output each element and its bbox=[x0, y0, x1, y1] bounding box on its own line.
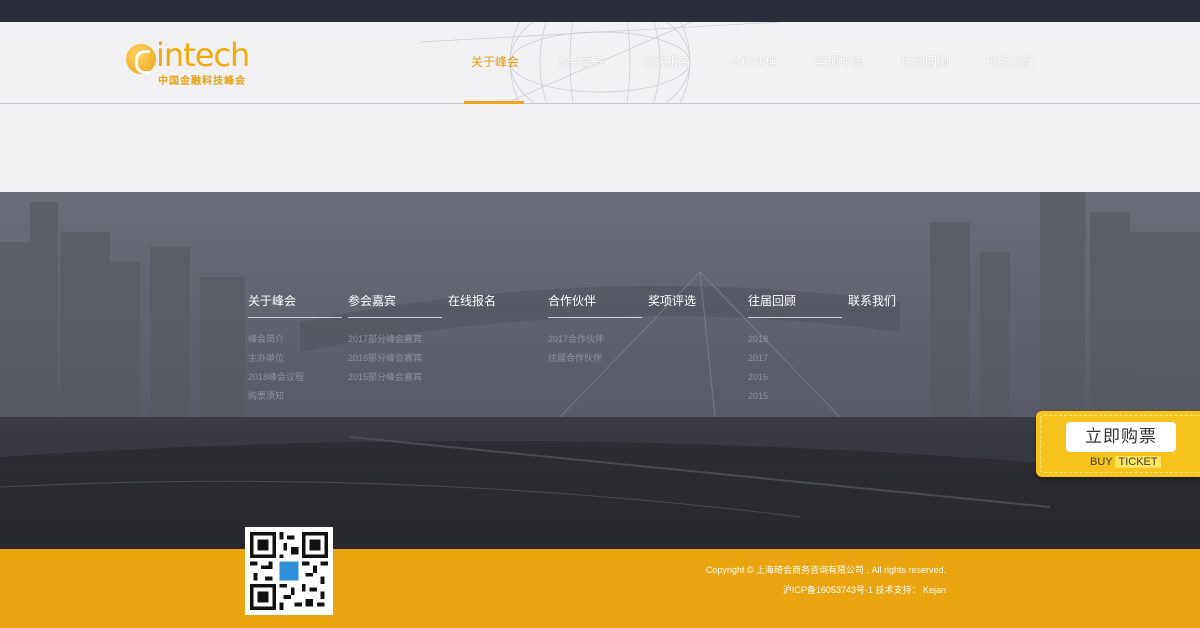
footer-night-band bbox=[0, 417, 1200, 549]
footer-column-title[interactable]: 合作伙伴 bbox=[548, 292, 642, 318]
icp-text: 沪ICP备16053743号-1 技术支持： Kejan bbox=[782, 585, 946, 595]
footer-link[interactable]: 2016 bbox=[748, 368, 848, 387]
footer-link[interactable]: 往届合作伙伴 bbox=[548, 349, 648, 368]
nav-item-history[interactable]: 往届回顾 bbox=[882, 22, 968, 104]
logo-text: intech bbox=[156, 36, 250, 74]
footer-column-title[interactable]: 关于峰会 bbox=[248, 292, 342, 318]
footer-column-guests: 参会嘉宾 2017部分峰会嘉宾 2016部分峰会嘉宾 2015部分峰会嘉宾 bbox=[348, 292, 448, 406]
footer-column-title[interactable]: 往届回顾 bbox=[748, 292, 842, 318]
qr-code-icon bbox=[250, 532, 328, 610]
footer-link[interactable]: 2017合作伙伴 bbox=[548, 330, 648, 349]
ticket-label: TICKET bbox=[1115, 456, 1161, 468]
footer-bottom-bar bbox=[0, 549, 1200, 628]
content-area bbox=[0, 104, 1200, 192]
copyright-text: Copyright © 上海琦会商务咨询有限公司 . All rights re… bbox=[705, 565, 946, 575]
footer-column-contact: 联系我们 bbox=[848, 292, 948, 406]
nav-item-awards[interactable]: 奖项评选 bbox=[796, 22, 882, 104]
footer-link[interactable]: 2016部分峰会嘉宾 bbox=[348, 349, 448, 368]
footer-link[interactable]: 2018峰会议程 bbox=[248, 368, 348, 387]
top-bar bbox=[0, 0, 1200, 22]
footer-link[interactable]: 2015 bbox=[748, 387, 848, 406]
footer-column-partners: 合作伙伴 2017合作伙伴 往届合作伙伴 bbox=[548, 292, 648, 406]
nav-item-register[interactable]: 在线报名 bbox=[624, 22, 710, 104]
site-logo[interactable]: intech 中国金融科技峰会 bbox=[126, 36, 266, 87]
copyright-block: Copyright © 上海琦会商务咨询有限公司 . All rights re… bbox=[706, 560, 946, 600]
logo-mark-icon bbox=[126, 44, 156, 74]
footer-column-about: 关于峰会 峰会简介 主办单位 2018峰会议程 购票须知 bbox=[248, 292, 348, 406]
footer-link[interactable]: 2017部分峰会嘉宾 bbox=[348, 330, 448, 349]
nav-item-guests[interactable]: 参会嘉宾 bbox=[538, 22, 624, 104]
footer-column-history: 往届回顾 2018 2017 2016 2015 bbox=[748, 292, 848, 406]
buy-ticket-sublabel: BUY TICKET bbox=[1090, 456, 1161, 468]
nav-item-partners[interactable]: 合作伙伴 bbox=[710, 22, 796, 104]
footer-link[interactable]: 主办单位 bbox=[248, 349, 348, 368]
footer-column-title[interactable]: 参会嘉宾 bbox=[348, 292, 442, 318]
footer-column-register: 在线报名 bbox=[448, 292, 548, 406]
footer-link[interactable]: 2018 bbox=[748, 330, 848, 349]
footer-column-title[interactable]: 在线报名 bbox=[448, 292, 542, 317]
footer-column-awards: 奖项评选 bbox=[648, 292, 748, 406]
main-nav: 关于峰会 参会嘉宾 在线报名 合作伙伴 奖项评选 往届回顾 联系我们 bbox=[452, 22, 1054, 104]
logo-subtitle: 中国金融科技峰会 bbox=[158, 76, 246, 87]
buy-ticket-button[interactable]: 立即购票 BUY TICKET bbox=[1036, 411, 1200, 477]
footer-columns: 关于峰会 峰会简介 主办单位 2018峰会议程 购票须知 参会嘉宾 2017部分… bbox=[248, 292, 948, 406]
footer-column-title[interactable]: 联系我们 bbox=[848, 292, 942, 317]
nav-item-contact[interactable]: 联系我们 bbox=[968, 22, 1054, 104]
footer-link[interactable]: 峰会简介 bbox=[248, 330, 348, 349]
footer-link[interactable]: 2017 bbox=[748, 349, 848, 368]
footer-column-title[interactable]: 奖项评选 bbox=[648, 292, 742, 317]
qr-code bbox=[245, 527, 333, 615]
buy-label: BUY bbox=[1090, 456, 1113, 468]
nav-item-about[interactable]: 关于峰会 bbox=[452, 22, 538, 104]
river-bridge-background bbox=[0, 436, 1200, 549]
footer-link[interactable]: 2015部分峰会嘉宾 bbox=[348, 368, 448, 387]
buy-ticket-label: 立即购票 bbox=[1066, 422, 1176, 452]
footer-link[interactable]: 购票须知 bbox=[248, 387, 348, 406]
